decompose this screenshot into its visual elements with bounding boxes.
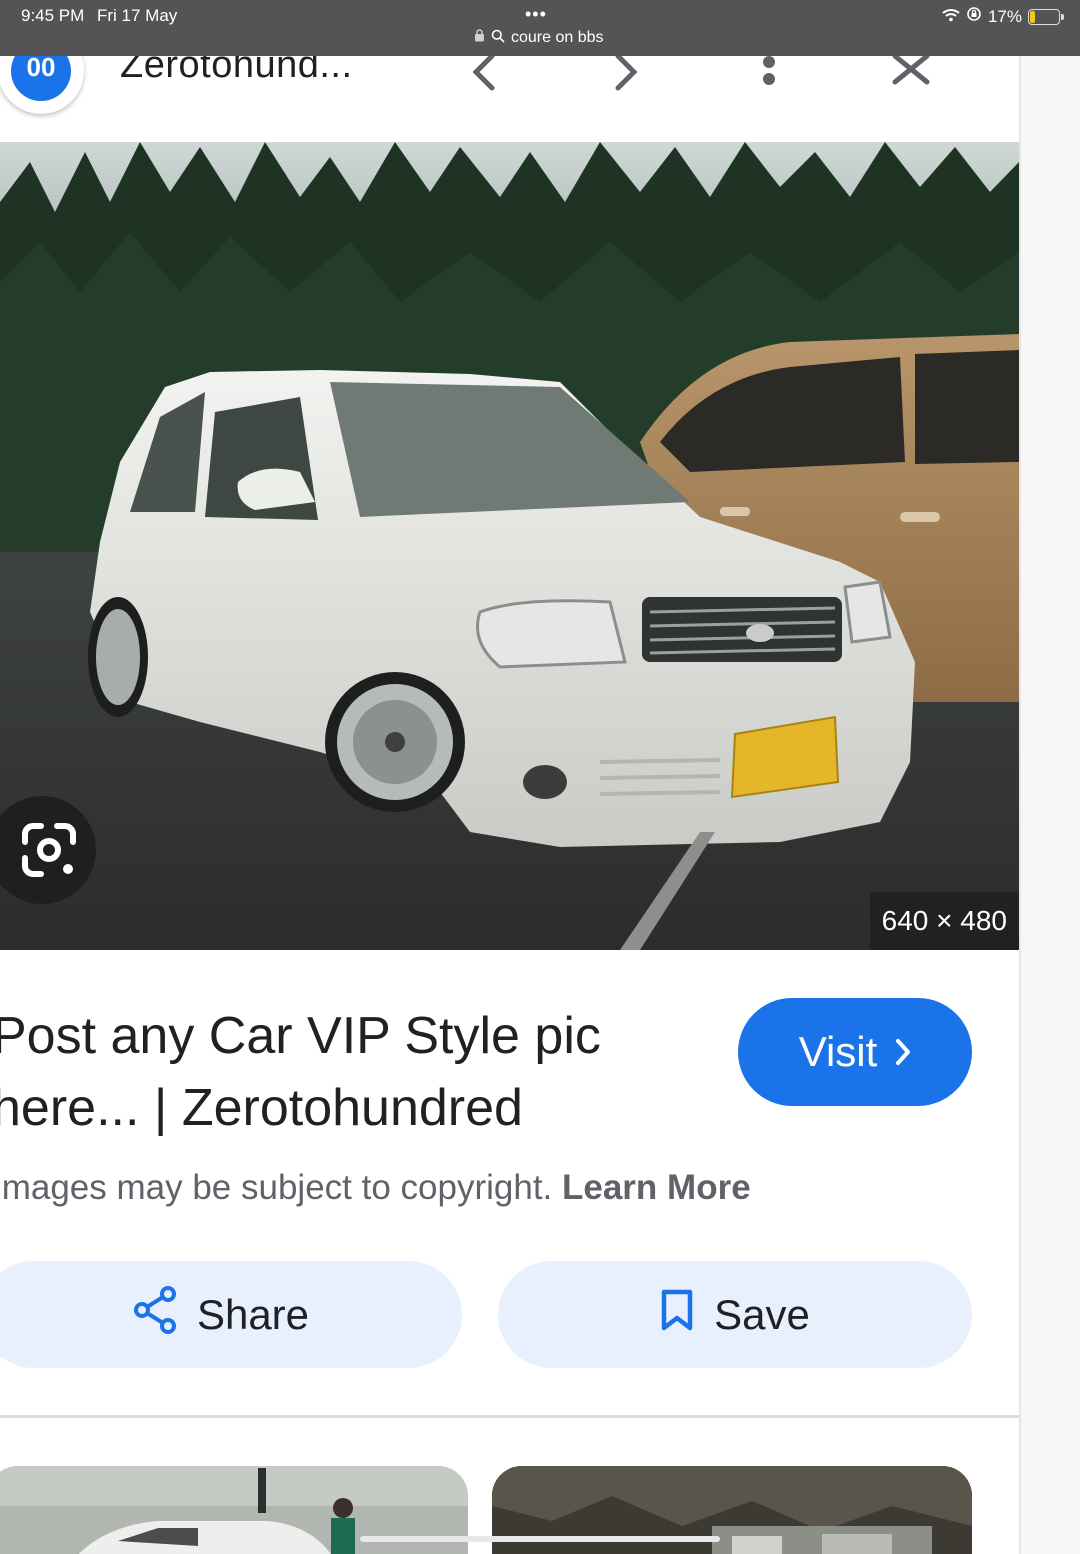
battery-percent: 17% [987,6,1022,26]
lock-icon [474,29,485,47]
status-indicators: 17% [942,6,1064,27]
result-image[interactable]: 640 × 480 [0,142,1019,950]
more-vert-icon [762,56,776,97]
page-header: 00 Zerotohund... [0,56,1019,142]
home-indicator[interactable] [360,1536,720,1542]
site-logo-mark: 00 [11,56,71,101]
copyright-notice: Images may be subject to copyright. Lear… [0,1168,751,1208]
battery-level [1030,10,1035,23]
wifi-icon [942,7,960,27]
chevron-right-icon [612,56,642,99]
share-icon [133,1285,177,1344]
result-title-line-2: here... | Zerotohundred [0,1079,523,1137]
result-title[interactable]: Post any Car VIP Style pic here... | Zer… [0,1000,652,1144]
url-text: coure on bbs [511,29,604,46]
car-photo [0,142,1019,950]
result-title-line-1: Post any Car VIP Style pic [0,1007,601,1065]
multitasking-dots[interactable]: ••• [525,4,547,25]
right-gutter [1019,56,1080,1554]
share-button[interactable]: Share [0,1261,462,1368]
close-button[interactable] [886,56,936,96]
site-title: Zerotohund... [120,56,353,86]
learn-more-link[interactable]: Learn More [562,1168,751,1207]
address-bar[interactable]: coure on bbs [474,28,604,48]
chevron-right-icon [895,1028,911,1076]
save-button[interactable]: Save [498,1261,972,1368]
status-date: Fri 17 May [97,6,178,25]
status-time: 9:45 PM [21,6,85,25]
chevron-left-icon [468,56,498,99]
forward-button[interactable] [602,56,652,96]
battery-icon [1028,8,1064,25]
lens-icon [19,820,79,880]
status-bar: 9:45 PM Fri 17 May ••• coure on bbs 17% [0,0,1080,56]
site-logo[interactable]: 00 [0,56,84,114]
bookmark-icon [660,1289,694,1341]
visit-label: Visit [798,1028,878,1075]
back-button[interactable] [458,56,508,96]
save-label: Save [714,1290,810,1338]
section-divider [0,1415,1019,1418]
image-dimensions-badge: 640 × 480 [869,892,1019,950]
copyright-text: Images may be subject to copyright. [0,1168,562,1207]
search-icon [491,29,505,48]
close-icon [889,56,933,97]
rotation-lock-icon [966,6,982,27]
visit-button[interactable]: Visit [738,998,972,1106]
share-label: Share [196,1290,310,1338]
more-options-button[interactable] [744,56,794,96]
